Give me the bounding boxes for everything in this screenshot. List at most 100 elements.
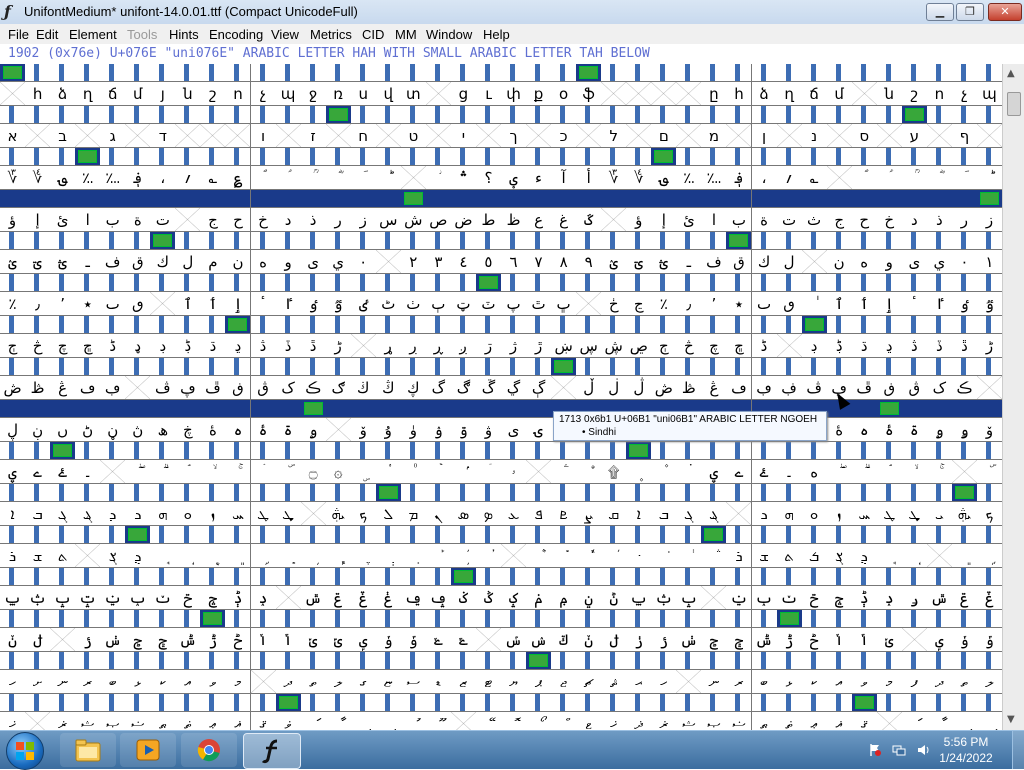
glyph-cell[interactable]: ۊ xyxy=(450,418,477,442)
glyph-label-cell[interactable] xyxy=(901,400,928,418)
glyph-label-cell[interactable] xyxy=(375,358,402,376)
glyph-cell[interactable] xyxy=(926,544,953,568)
glyph-label-cell[interactable] xyxy=(901,484,928,502)
glyph-label-cell[interactable] xyxy=(75,610,102,628)
glyph-label-cell[interactable] xyxy=(501,106,528,124)
glyph-cell[interactable]: ܻ xyxy=(275,544,302,568)
glyph-cell[interactable]: ۔ xyxy=(776,460,803,484)
glyph-cell[interactable]: ڋ xyxy=(175,334,202,358)
glyph-label-cell[interactable] xyxy=(926,568,953,586)
glyph-label-cell[interactable] xyxy=(325,568,352,586)
glyph-cell[interactable] xyxy=(400,166,427,190)
glyph-cell[interactable]: ڤ xyxy=(801,376,828,400)
glyph-cell[interactable]: غ xyxy=(551,208,578,232)
glyph-cell[interactable]: ٠ xyxy=(350,250,377,274)
glyph-label-cell[interactable] xyxy=(350,148,377,166)
glyph-label-cell[interactable] xyxy=(551,526,578,544)
glyph-cell[interactable]: ރ xyxy=(75,670,102,694)
glyph-label-cell[interactable] xyxy=(826,148,853,166)
network-icon[interactable] xyxy=(892,743,906,757)
glyph-label-cell[interactable] xyxy=(576,232,603,250)
glyph-label-cell[interactable] xyxy=(450,316,477,334)
glyph-label-cell[interactable] xyxy=(250,358,277,376)
glyph-label-cell[interactable] xyxy=(976,106,1002,124)
glyph-cell[interactable]: ۂ xyxy=(876,418,903,442)
glyph-cell[interactable]: ٲ xyxy=(851,292,878,316)
glyph-label-cell[interactable] xyxy=(225,274,252,292)
glyph-label-cell[interactable] xyxy=(951,64,978,82)
glyph-cell[interactable]: ڶ xyxy=(601,376,628,400)
glyph-label-cell[interactable] xyxy=(150,232,177,250)
glyph-cell[interactable]: މ xyxy=(876,670,903,694)
glyph-cell[interactable]: ݚ xyxy=(250,586,277,610)
glyph-cell[interactable]: ؆ xyxy=(0,166,27,190)
glyph-cell[interactable]: ޢ xyxy=(200,712,227,730)
glyph-label-cell[interactable] xyxy=(275,190,302,208)
glyph-cell[interactable]: ղ xyxy=(776,82,803,106)
glyph-cell[interactable]: ے xyxy=(726,460,753,484)
glyph-cell[interactable]: ܺ xyxy=(551,544,578,568)
glyph-label-cell[interactable] xyxy=(100,316,127,334)
glyph-label-cell[interactable] xyxy=(50,358,77,376)
glyph-cell[interactable]: ۗ xyxy=(851,460,878,484)
glyph-label-cell[interactable] xyxy=(250,316,277,334)
glyph-cell[interactable]: خ xyxy=(876,208,903,232)
glyph-label-cell[interactable] xyxy=(475,64,502,82)
glyph-label-cell[interactable] xyxy=(250,568,277,586)
glyph-cell[interactable] xyxy=(250,670,277,694)
glyph-label-cell[interactable] xyxy=(175,274,202,292)
glyph-cell[interactable]: ۅ xyxy=(951,418,978,442)
glyph-cell[interactable]: ݯ xyxy=(726,628,753,652)
glyph-label-cell[interactable] xyxy=(626,64,653,82)
glyph-label-cell[interactable] xyxy=(50,694,77,712)
glyph-label-cell[interactable] xyxy=(676,526,703,544)
glyph-label-cell[interactable] xyxy=(275,442,302,460)
glyph-cell[interactable]: ز xyxy=(350,208,377,232)
glyph-label-cell[interactable] xyxy=(300,694,327,712)
glyph-label-cell[interactable] xyxy=(100,358,127,376)
glyph-label-cell[interactable] xyxy=(576,358,603,376)
glyph-cell[interactable]: ܛ xyxy=(876,502,903,526)
glyph-cell[interactable]: ݡ xyxy=(425,586,452,610)
glyph-cell[interactable]: ٫ xyxy=(676,292,703,316)
glyph-label-cell[interactable] xyxy=(75,316,102,334)
glyph-label-cell[interactable] xyxy=(701,316,728,334)
glyph-cell[interactable]: ڹ xyxy=(25,418,52,442)
glyph-label-cell[interactable] xyxy=(0,316,27,334)
glyph-label-cell[interactable] xyxy=(701,232,728,250)
glyph-label-cell[interactable] xyxy=(300,442,327,460)
glyph-label-cell[interactable] xyxy=(125,484,152,502)
glyph-cell[interactable]: چ xyxy=(50,334,77,358)
glyph-cell[interactable]: گ xyxy=(425,376,452,400)
glyph-label-cell[interactable] xyxy=(551,106,578,124)
glyph-label-cell[interactable] xyxy=(526,358,553,376)
glyph-cell[interactable]: ܗ xyxy=(776,502,803,526)
glyph-cell[interactable]: ر xyxy=(325,208,352,232)
glyph-label-cell[interactable] xyxy=(150,610,177,628)
glyph-label-cell[interactable] xyxy=(75,526,102,544)
glyph-cell[interactable]: ܦ xyxy=(526,502,553,526)
glyph-cell[interactable]: ڌ xyxy=(851,334,878,358)
glyph-cell[interactable]: ٻ xyxy=(425,292,452,316)
glyph-label-cell[interactable] xyxy=(200,694,227,712)
glyph-cell[interactable]: ڰ xyxy=(450,376,477,400)
glyph-cell[interactable] xyxy=(526,460,553,484)
glyph-label-cell[interactable] xyxy=(526,106,553,124)
glyph-label-cell[interactable] xyxy=(601,568,628,586)
glyph-cell[interactable]: ݔ xyxy=(100,586,127,610)
glyph-cell[interactable]: ݜ xyxy=(926,586,953,610)
glyph-label-cell[interactable] xyxy=(751,232,778,250)
glyph-label-cell[interactable] xyxy=(876,652,903,670)
glyph-label-cell[interactable] xyxy=(876,64,903,82)
glyph-cell[interactable]: י xyxy=(450,124,477,148)
glyph-label-cell[interactable] xyxy=(626,610,653,628)
glyph-label-cell[interactable] xyxy=(400,526,427,544)
glyph-label-cell[interactable] xyxy=(350,652,377,670)
close-button[interactable]: ✕ xyxy=(988,3,1022,21)
glyph-label-cell[interactable] xyxy=(501,610,528,628)
glyph-cell[interactable]: ڏ xyxy=(926,334,953,358)
glyph-label-cell[interactable] xyxy=(275,568,302,586)
glyph-cell[interactable]: ڱ xyxy=(475,376,502,400)
glyph-label-cell[interactable] xyxy=(876,568,903,586)
glyph-cell[interactable]: ݪ xyxy=(25,628,52,652)
